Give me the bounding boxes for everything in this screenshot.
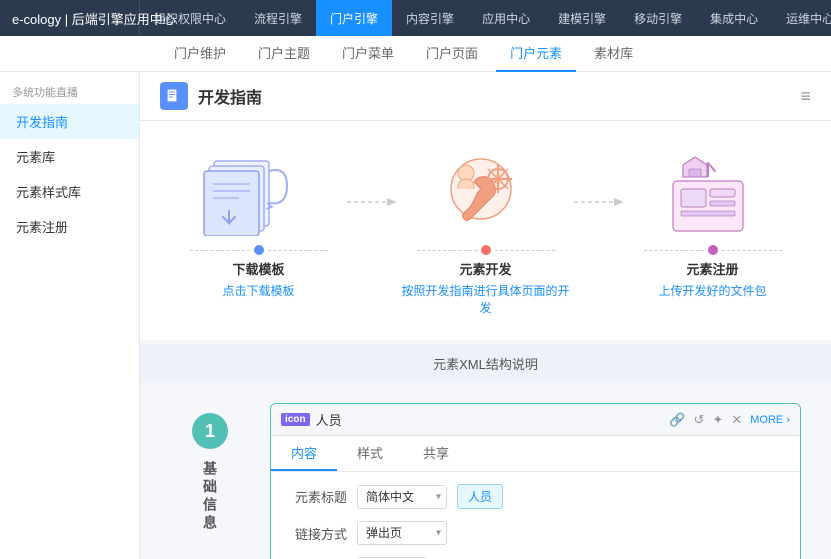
nav-item-content[interactable]: 内容引擎 [392, 0, 468, 36]
label-element-title: 元素标题 [287, 487, 347, 506]
connector-2 [574, 151, 624, 209]
demo-step-number: 1 [192, 413, 228, 449]
select-language[interactable]: 简体中文 [357, 485, 447, 509]
nav-item-app[interactable]: 应用中心 [468, 0, 544, 36]
step1-desc[interactable]: 点击下载模板 [222, 282, 294, 299]
subnav-portal-maintain[interactable]: 门户维护 [160, 36, 240, 72]
demo-card-actions: 🔗 ↺ ✦ ✕ MORE › [669, 412, 790, 428]
sidebar-item-element-style-lib[interactable]: 元素样式库 [0, 174, 139, 209]
step-develop: 元素开发 按照开发指南进行具体页面的开发 [397, 151, 574, 316]
demo-card-title: 人员 [316, 410, 342, 429]
sub-nav: 门户维护 门户主题 门户菜单 门户页面 门户元素 素材库 [0, 36, 831, 72]
demo-step-indicator: 1 基础信息 [170, 403, 250, 559]
form-row-element-title: 元素标题 简体中文 人员 [287, 484, 784, 509]
link-icon[interactable]: 🔗 [669, 412, 685, 428]
settings-icon[interactable]: ✦ [712, 412, 723, 428]
nav-item-model[interactable]: 建模引擎 [544, 0, 620, 36]
sidebar-item-element-lib[interactable]: 元素库 [0, 139, 139, 174]
subnav-portal-menu[interactable]: 门户菜单 [328, 36, 408, 72]
nav-item-portal[interactable]: 门户引擎 [316, 0, 392, 36]
step3-desc: 上传开发好的文件包 [658, 282, 766, 299]
subnav-material-lib[interactable]: 素材库 [580, 36, 647, 72]
content-area: 开发指南 ≡ [140, 72, 831, 559]
subnav-portal-theme[interactable]: 门户主题 [244, 36, 324, 72]
tab-content[interactable]: 内容 [271, 436, 337, 471]
step1-illustration [199, 151, 319, 241]
connector-1 [347, 151, 397, 209]
page-menu-icon[interactable]: ≡ [800, 86, 811, 107]
steps-section: 下载模板 点击下载模板 [140, 121, 831, 340]
xml-section-title: 元素XML结构说明 [433, 357, 538, 372]
nav-item-mobile[interactable]: 移动引擎 [620, 0, 696, 36]
step2-illustration [426, 151, 546, 241]
top-nav: 组织权限中心 流程引擎 门户引擎 内容引擎 应用中心 建模引擎 移动引擎 集成中… [140, 0, 831, 36]
step2-label: 元素开发 [459, 259, 511, 278]
page-title: 开发指南 [198, 84, 262, 108]
tab-share[interactable]: 共享 [403, 436, 469, 471]
refresh-icon[interactable]: ↺ [694, 412, 705, 428]
logo: e-cology | 后端引擎应用中心 [0, 0, 140, 36]
tab-style[interactable]: 样式 [337, 436, 403, 471]
step-register: 元素注册 上传开发好的文件包 [624, 151, 801, 299]
sidebar-section-title: 多统功能直播 [0, 76, 139, 104]
step2-desc: 按照开发指南进行具体页面的开发 [397, 282, 574, 316]
nav-item-flow[interactable]: 流程引擎 [240, 0, 316, 36]
select-link-type[interactable]: 弹出页 [357, 521, 447, 545]
close-icon[interactable]: ✕ [731, 412, 742, 428]
select-link-wrapper: 弹出页 [357, 521, 447, 545]
steps-row: 下载模板 点击下载模板 [170, 141, 801, 316]
xml-section: 元素XML结构说明 [140, 344, 831, 383]
step-download: 下载模板 点击下载模板 [170, 151, 347, 299]
page-header-icon [160, 82, 188, 110]
step1-label: 下载模板 [232, 259, 284, 278]
sidebar-item-element-register[interactable]: 元素注册 [0, 209, 139, 244]
nav-item-ops[interactable]: 运维中心 [772, 0, 831, 36]
step3-illustration [653, 151, 773, 241]
nav-item-integration[interactable]: 集成中心 [696, 0, 772, 36]
subnav-portal-page[interactable]: 门户页面 [412, 36, 492, 72]
demo-step-label: 基础信息 [200, 461, 220, 533]
nav-item-org[interactable]: 组织权限中心 [140, 0, 240, 36]
select-language-wrapper: 简体中文 [357, 485, 447, 509]
demo-card-icon-badge: icon [281, 413, 310, 426]
top-bar: e-cology | 后端引擎应用中心 组织权限中心 流程引擎 门户引擎 内容引… [0, 0, 831, 36]
label-link-type: 链接方式 [287, 524, 347, 543]
demo-card-tabs: 内容 样式 共享 [271, 436, 800, 472]
main-layout: 多统功能直播 开发指南 元素库 元素样式库 元素注册 开发指南 ≡ [0, 72, 831, 559]
demo-card-header: icon 人员 🔗 ↺ ✦ ✕ MORE › [271, 404, 800, 436]
subnav-portal-element[interactable]: 门户元素 [496, 36, 576, 72]
demo-card: icon 人员 🔗 ↺ ✦ ✕ MORE › 内容 样式 共享 [270, 403, 801, 559]
page-header: 开发指南 ≡ [140, 72, 831, 121]
element-title-tag: 人员 [457, 484, 503, 509]
demo-area: 1 基础信息 icon 人员 🔗 ↺ ✦ ✕ MORE › 内容 [140, 383, 831, 559]
form-row-link-type: 链接方式 弹出页 [287, 521, 784, 545]
sidebar-item-dev-guide[interactable]: 开发指南 [0, 104, 139, 139]
sidebar: 多统功能直播 开发指南 元素库 元素样式库 元素注册 [0, 72, 140, 559]
more-link[interactable]: MORE › [750, 414, 790, 426]
demo-card-body: 元素标题 简体中文 人员 链接方式 弹出页 [271, 472, 800, 559]
step3-label: 元素注册 [686, 259, 738, 278]
